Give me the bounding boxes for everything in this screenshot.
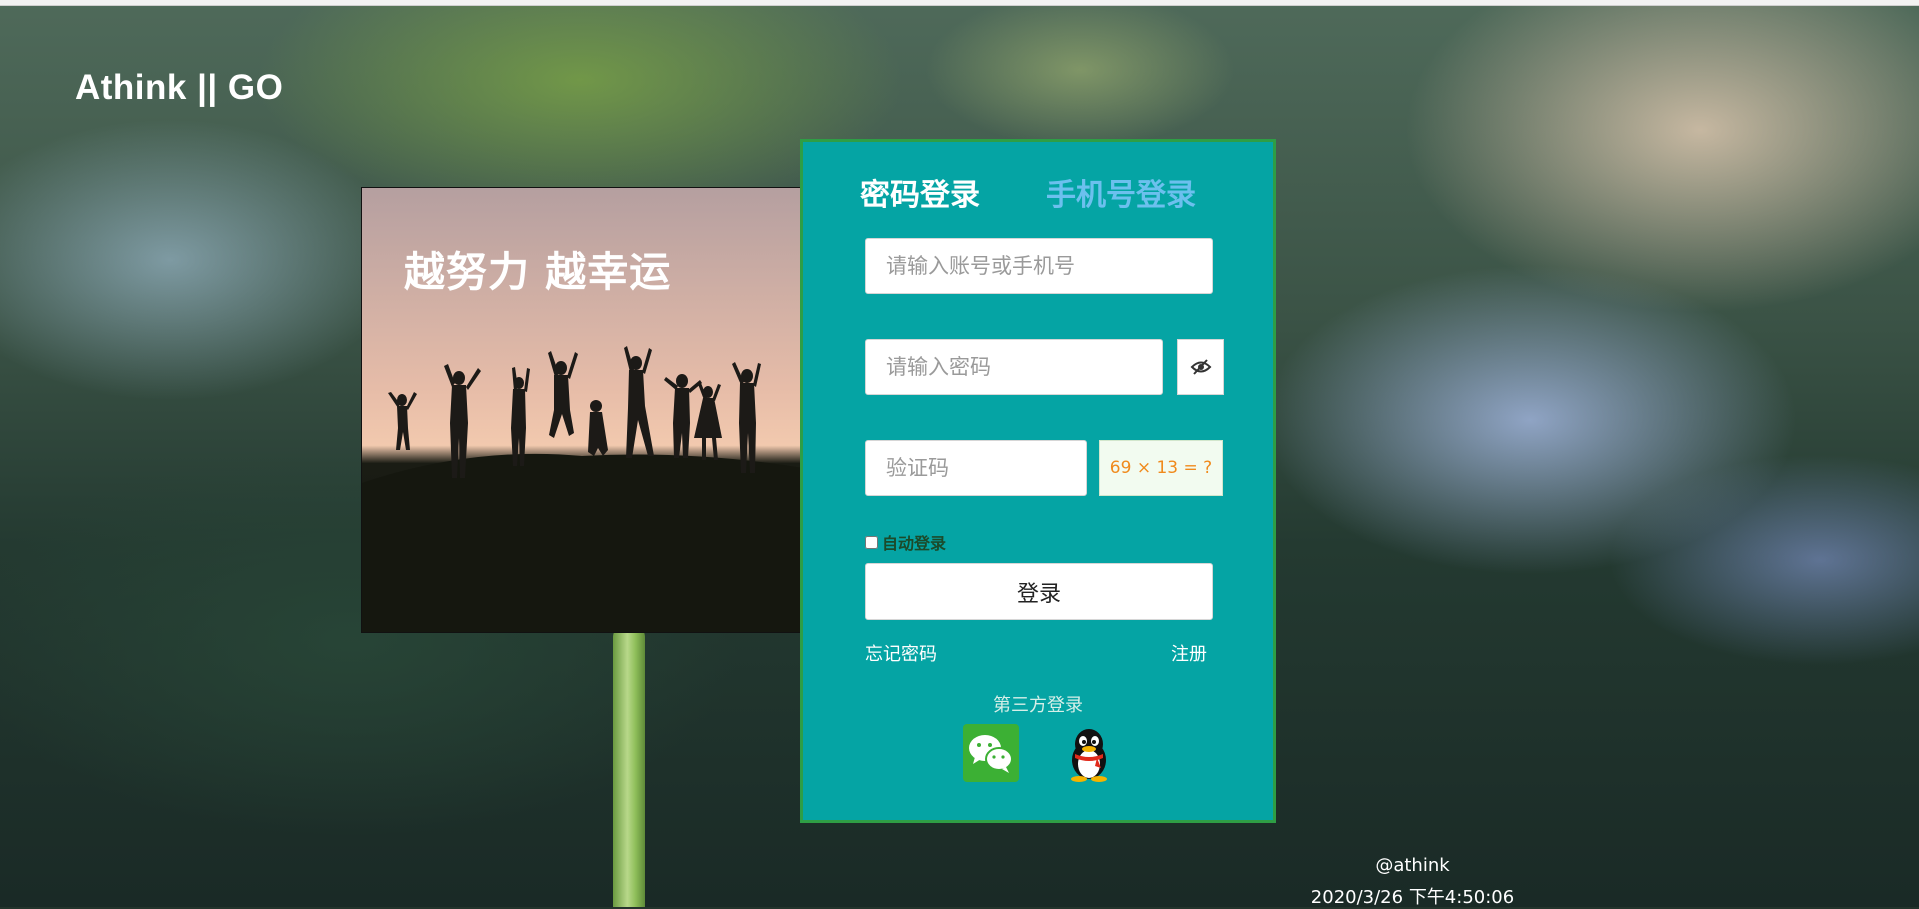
login-button[interactable]: 登录 <box>865 563 1213 620</box>
password-input[interactable] <box>865 339 1163 395</box>
wechat-login-button[interactable] <box>963 724 1019 782</box>
captcha-image[interactable]: 69 × 13 = ? <box>1099 440 1223 496</box>
wechat-icon <box>963 724 1019 782</box>
auto-login-checkbox[interactable] <box>865 535 878 549</box>
auto-login-option[interactable]: 自动登录 <box>865 530 946 554</box>
footer-timestamp: 2020/3/26 下午4:50:06 <box>1310 887 1515 908</box>
tab-phone-login[interactable]: 手机号登录 <box>1046 170 1196 214</box>
site-logo[interactable]: Athink || GO <box>75 68 283 108</box>
forgot-password-link[interactable]: 忘记密码 <box>865 640 937 666</box>
background-stem <box>613 625 645 907</box>
promo-slogan: 越努力 越幸运 <box>404 248 672 296</box>
browser-top-edge <box>0 0 1919 6</box>
footer-handle: @athink <box>1375 855 1450 876</box>
qq-login-button[interactable] <box>1061 724 1117 782</box>
login-panel: 密码登录 手机号登录 69 × 13 = ? 自动登录 登录 忘记密码 注册 第… <box>800 139 1276 823</box>
auto-login-label: 自动登录 <box>882 534 947 553</box>
promo-image: 越努力 越幸运 <box>361 187 804 633</box>
captcha-input[interactable] <box>865 440 1087 496</box>
tab-password-login[interactable]: 密码登录 <box>860 170 980 214</box>
qq-icon <box>1071 729 1107 782</box>
register-link[interactable]: 注册 <box>1171 640 1207 666</box>
third-party-login-label: 第三方登录 <box>993 695 1083 716</box>
account-input[interactable] <box>865 238 1213 294</box>
password-visibility-toggle[interactable] <box>1177 339 1224 395</box>
eye-slash-icon <box>1190 359 1211 375</box>
